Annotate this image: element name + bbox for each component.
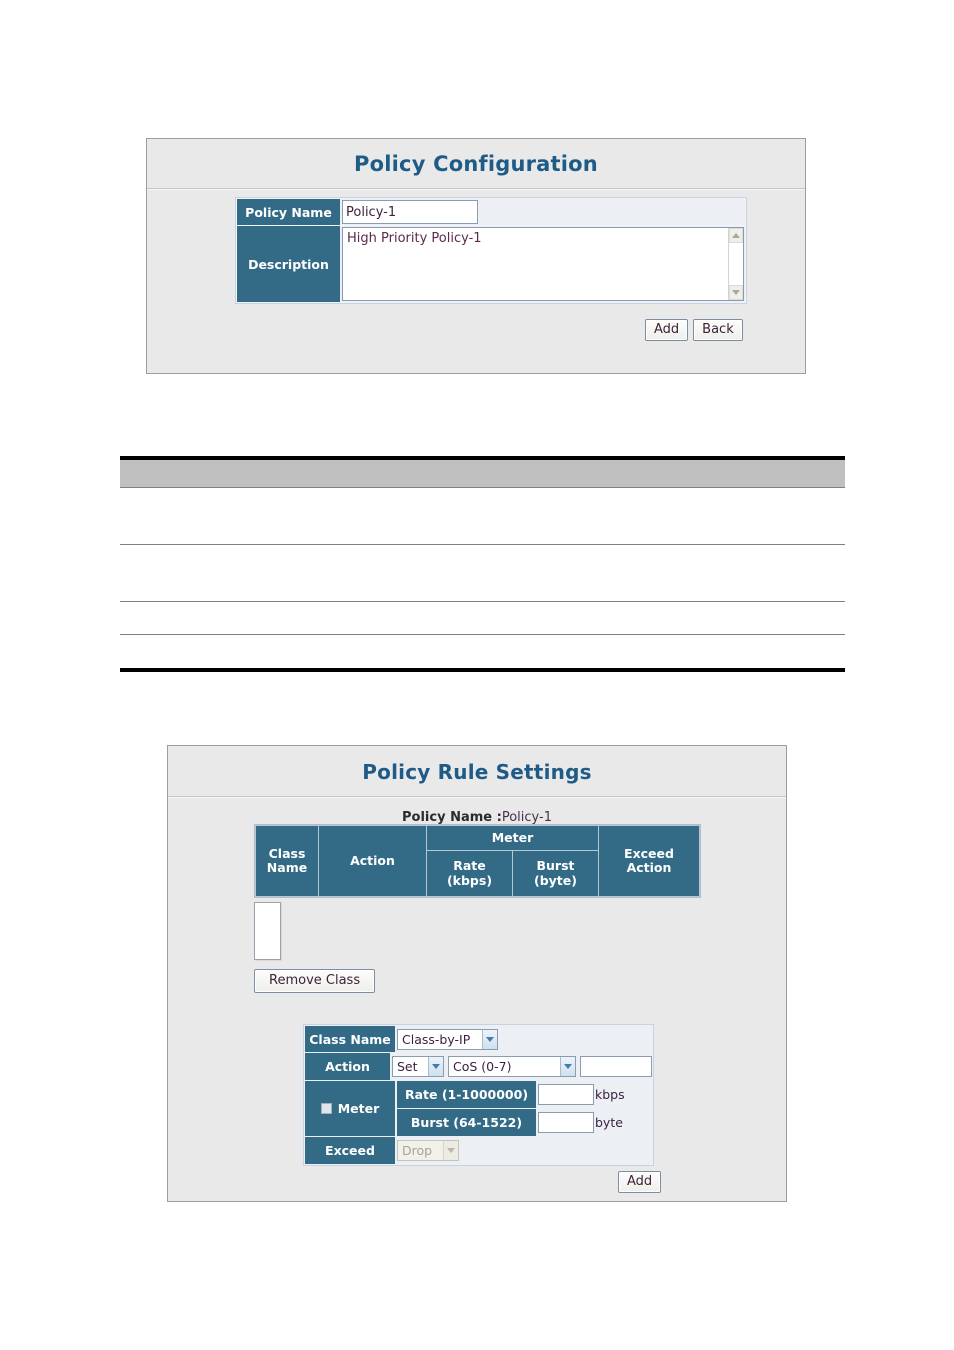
- class-name-label: Class Name: [305, 1026, 395, 1052]
- description-scrollbar[interactable]: [728, 228, 743, 300]
- class-name-select-value: Class-by-IP: [402, 1031, 471, 1047]
- rate-row: Rate (1-1000000) kbps: [395, 1081, 652, 1108]
- action-mode-select[interactable]: Set: [392, 1056, 444, 1077]
- table-bottom-rule: [120, 667, 845, 672]
- table-row: [120, 488, 845, 544]
- rate-unit: kbps: [595, 1087, 625, 1102]
- description-label: Description: [237, 226, 340, 302]
- back-button[interactable]: Back: [693, 319, 743, 341]
- action-type-select-value: CoS (0-7): [453, 1059, 512, 1074]
- meter-label-cell: Meter: [305, 1081, 395, 1136]
- column-header-meter: Meter: [427, 826, 598, 851]
- table-row: [120, 545, 845, 601]
- class-list-box[interactable]: [254, 902, 281, 960]
- policy-rule-settings-panel: Policy Rule Settings Policy Name :Policy…: [167, 745, 787, 1202]
- policy-config-button-row: Add Back: [645, 319, 743, 341]
- burst-input[interactable]: [538, 1112, 594, 1133]
- class-name-select[interactable]: Class-by-IP: [397, 1028, 498, 1050]
- exceed-label: Exceed: [305, 1137, 395, 1164]
- policy-configuration-form: Policy Name Description High Priority Po…: [235, 197, 747, 304]
- form-row-meter: Meter Rate (1-1000000) kbps Burst (64-15…: [305, 1081, 652, 1136]
- meter-fields: Rate (1-1000000) kbps Burst (64-1522) by…: [395, 1081, 652, 1136]
- remove-class-button[interactable]: Remove Class: [254, 969, 376, 993]
- table-header-row: [120, 460, 845, 487]
- exceed-action-select-value: Drop: [402, 1143, 433, 1158]
- meter-checkbox[interactable]: [320, 1103, 332, 1114]
- chevron-down-icon: [560, 1057, 575, 1076]
- chevron-down-icon: [428, 1057, 443, 1076]
- column-header-rate: Rate (kbps): [427, 851, 512, 896]
- policy-configuration-title: Policy Configuration: [354, 152, 598, 176]
- class-name-field: Class-by-IP: [395, 1026, 652, 1052]
- action-type-select[interactable]: CoS (0-7): [448, 1056, 576, 1077]
- chevron-up-icon[interactable]: [729, 228, 743, 243]
- description-textarea[interactable]: High Priority Policy-1: [342, 227, 744, 301]
- policy-rule-form: Class Name Class-by-IP Action Set CoS (0…: [303, 1024, 654, 1166]
- table-row: [120, 635, 845, 667]
- add-rule-button[interactable]: Add: [618, 1171, 662, 1193]
- burst-unit: byte: [595, 1115, 623, 1130]
- rule-policy-name-label: Policy Name :: [402, 810, 502, 825]
- policy-rule-table: Class Name Action Meter Exceed Action Ra…: [254, 824, 701, 898]
- chevron-down-icon: [482, 1029, 497, 1049]
- add-policy-button[interactable]: Add: [645, 319, 689, 341]
- form-row-class-name: Class Name Class-by-IP: [305, 1026, 652, 1052]
- rule-policy-name: Policy Name :Policy-1: [168, 810, 786, 825]
- action-mode-select-value: Set: [397, 1059, 418, 1074]
- column-header-action: Action: [319, 826, 426, 896]
- rate-label: Rate (1-1000000): [397, 1081, 536, 1108]
- table-header-row-1: Class Name Action Meter Exceed Action: [256, 826, 699, 896]
- title-divider: [168, 796, 786, 798]
- action-value-input[interactable]: [580, 1056, 652, 1077]
- chevron-down-icon[interactable]: [729, 285, 743, 300]
- exceed-action-select[interactable]: Drop: [397, 1140, 459, 1161]
- policy-name-input[interactable]: [342, 200, 478, 224]
- description-text: High Priority Policy-1: [347, 231, 482, 246]
- form-row-action: Action Set CoS (0-7): [305, 1053, 652, 1080]
- burst-label: Burst (64-1522): [397, 1109, 536, 1136]
- rate-input[interactable]: [538, 1084, 594, 1105]
- parameter-description-table: [120, 456, 845, 672]
- exceed-field: Drop: [395, 1137, 652, 1164]
- rule-policy-name-value: Policy-1: [501, 810, 552, 825]
- policy-configuration-panel: Policy Configuration Policy Name Descrip…: [146, 138, 806, 374]
- title-divider: [147, 188, 805, 190]
- action-field: Set CoS (0-7): [390, 1053, 652, 1080]
- policy-name-label: Policy Name: [237, 199, 340, 225]
- table-row: [120, 602, 845, 634]
- chevron-down-icon: [443, 1141, 458, 1160]
- form-row-exceed: Exceed Drop: [305, 1137, 652, 1164]
- column-header-exceed-action: Exceed Action: [599, 826, 699, 896]
- policy-rule-settings-title: Policy Rule Settings: [362, 760, 592, 784]
- burst-row: Burst (64-1522) byte: [395, 1109, 652, 1136]
- column-header-class-name: Class Name: [256, 826, 318, 896]
- column-header-burst: Burst (byte): [513, 851, 598, 896]
- meter-label: Meter: [337, 1101, 380, 1116]
- description-row: Description High Priority Policy-1: [237, 226, 745, 302]
- policy-name-row: Policy Name: [237, 199, 745, 225]
- action-label: Action: [305, 1053, 390, 1080]
